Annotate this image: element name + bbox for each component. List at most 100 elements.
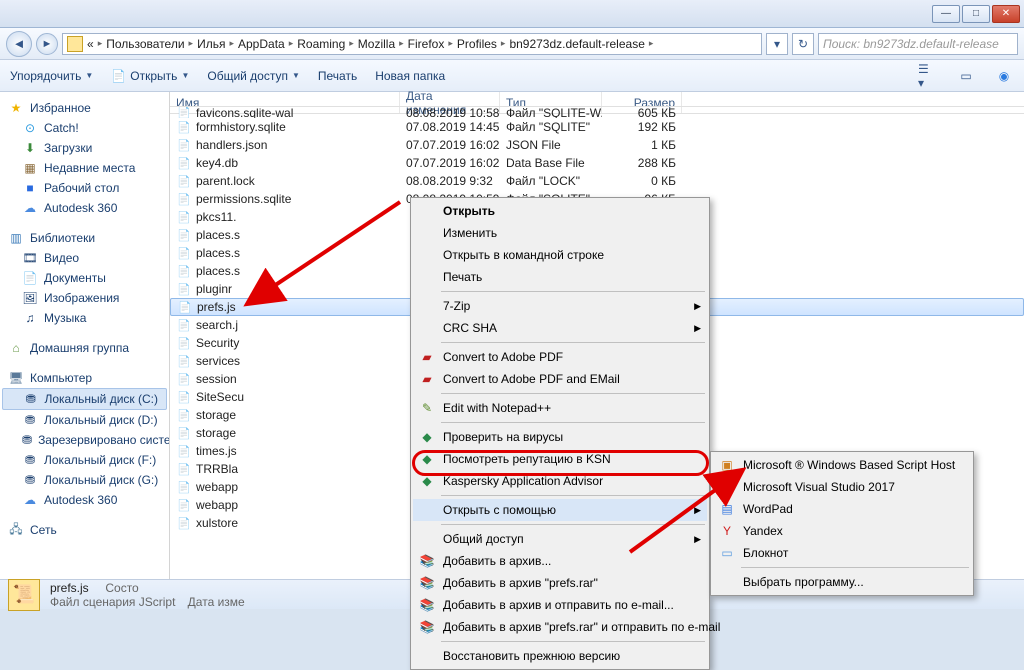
file-icon: 📄 (176, 425, 192, 441)
winrar-icon: 📚 (419, 575, 435, 591)
drive-icon: ⛃ (23, 391, 38, 407)
ctx-rar4[interactable]: 📚Добавить в архив "prefs.rar" и отправит… (413, 616, 707, 638)
drive-icon: ⛃ (22, 452, 38, 468)
sub-yandex[interactable]: YYandex (713, 520, 971, 542)
sidebar-favorites-head[interactable]: ★Избранное (0, 98, 169, 118)
preview-pane-button[interactable]: ▭ (956, 66, 976, 86)
sidebar-network-head[interactable]: 🖧Сеть (0, 520, 169, 540)
sidebar-item-drive-d[interactable]: ⛃Локальный диск (D:) (0, 410, 169, 430)
ctx-prev[interactable]: Восстановить прежнюю версию (413, 645, 707, 667)
sidebar-item-desktop[interactable]: ■Рабочий стол (0, 178, 169, 198)
ctx-kav1[interactable]: ◆Проверить на вирусы (413, 426, 707, 448)
ctx-share[interactable]: Общий доступ▶ (413, 528, 707, 550)
sub-notepad[interactable]: ▭Блокнот (713, 542, 971, 564)
ctx-7zip[interactable]: 7-Zip▶ (413, 295, 707, 317)
ctx-open-with[interactable]: Открыть с помощью▶ (413, 499, 707, 521)
file-name: places.s (196, 264, 240, 278)
sidebar-item-recent[interactable]: ▦Недавние места (0, 158, 169, 178)
sidebar-item-drive-f[interactable]: ⛃Локальный диск (F:) (0, 450, 169, 470)
ctx-rar3[interactable]: 📚Добавить в архив и отправить по e-mail.… (413, 594, 707, 616)
file-row[interactable]: 📄formhistory.sqlite07.08.2019 14:45Файл … (170, 118, 1024, 136)
bc-user[interactable]: Илья (197, 37, 225, 51)
file-name: TRRBla (196, 462, 238, 476)
ctx-rar1[interactable]: 📚Добавить в архив... (413, 550, 707, 572)
maximize-button[interactable]: □ (962, 5, 990, 23)
sub-choose[interactable]: Выбрать программу... (713, 571, 971, 593)
file-name: pluginr (196, 282, 232, 296)
bc-appdata[interactable]: AppData (238, 37, 285, 51)
bc-firefox[interactable]: Firefox (408, 37, 445, 51)
breadcrumb[interactable]: «▸ Пользователи▸ Илья▸ AppData▸ Roaming▸… (62, 33, 762, 55)
sidebar-item-pictures[interactable]: 🖼Изображения (0, 288, 169, 308)
sidebar-libraries-head[interactable]: ▥Библиотеки (0, 228, 169, 248)
sidebar-item-drive-c[interactable]: ⛃Локальный диск (C:) (2, 388, 167, 410)
details-filetype: Файл сценария JScript (50, 595, 175, 609)
bc-profiles[interactable]: Profiles (457, 37, 497, 51)
view-options-button[interactable]: ☰ ▾ (918, 66, 938, 86)
file-row[interactable]: 📄favicons.sqlite-wal08.08.2019 10:58Файл… (170, 106, 1024, 118)
sub-wordpad[interactable]: ▤WordPad (713, 498, 971, 520)
ctx-edit[interactable]: Изменить (413, 222, 707, 244)
sidebar-item-reserved[interactable]: ⛃Зарезервировано системой (0, 430, 169, 450)
refresh-button[interactable]: ↻ (792, 33, 814, 55)
file-size: 0 КБ (602, 174, 682, 188)
drive-icon: ⛃ (22, 432, 32, 448)
minimize-button[interactable]: — (932, 5, 960, 23)
sidebar-item-videos[interactable]: 🎞Видео (0, 248, 169, 268)
file-icon: 📄 (176, 389, 192, 405)
kaspersky-icon: ◆ (419, 429, 435, 445)
libraries-icon: ▥ (8, 230, 24, 246)
main-area: ★Избранное ⊙Catch! ⬇Загрузки ▦Недавние м… (0, 92, 1024, 579)
ctx-kav3[interactable]: ◆Kaspersky Application Advisor (413, 470, 707, 492)
ctx-adobe1[interactable]: ▰Convert to Adobe PDF (413, 346, 707, 368)
open-button[interactable]: 📄Открыть▼ (111, 69, 189, 83)
back-button[interactable]: ◄ (6, 31, 32, 57)
file-row[interactable]: 📄key4.db07.07.2019 16:02Data Base File28… (170, 154, 1024, 172)
desktop-icon: ■ (22, 180, 38, 196)
sidebar-computer-head[interactable]: 🖥Компьютер (0, 368, 169, 388)
ctx-open[interactable]: Открыть (413, 200, 707, 222)
ctx-adobe2[interactable]: ▰Convert to Adobe PDF and EMail (413, 368, 707, 390)
file-name: key4.db (196, 156, 238, 170)
bc-mozilla[interactable]: Mozilla (358, 37, 395, 51)
ctx-crc[interactable]: CRC SHA▶ (413, 317, 707, 339)
details-date-label: Дата изме (188, 595, 245, 609)
file-type: Файл "SQLITE-W... (500, 106, 602, 118)
sidebar-item-autodesk[interactable]: ☁Autodesk 360 (0, 198, 169, 218)
sidebar-item-drive-g[interactable]: ⛃Локальный диск (G:) (0, 470, 169, 490)
share-button[interactable]: Общий доступ▼ (207, 69, 300, 83)
sidebar-item-music[interactable]: ♫Музыка (0, 308, 169, 328)
pictures-icon: 🖼 (22, 290, 38, 306)
forward-button[interactable]: ► (36, 33, 58, 55)
file-icon: 📄 (176, 461, 192, 477)
sidebar-item-documents[interactable]: 📄Документы (0, 268, 169, 288)
bc-roaming[interactable]: Roaming (297, 37, 345, 51)
file-size: 288 КБ (602, 156, 682, 170)
bc-profile[interactable]: bn9273dz.default-release (509, 37, 644, 51)
sidebar-item-downloads[interactable]: ⬇Загрузки (0, 138, 169, 158)
file-row[interactable]: 📄parent.lock08.08.2019 9:32Файл "LOCK"0 … (170, 172, 1024, 190)
bc-root[interactable]: « (87, 37, 94, 51)
new-folder-button[interactable]: Новая папка (375, 69, 445, 83)
sub-wsh[interactable]: ▣Microsoft ® Windows Based Script Host (713, 454, 971, 476)
ctx-cmd[interactable]: Открыть в командной строке (413, 244, 707, 266)
bc-users[interactable]: Пользователи (106, 37, 184, 51)
file-size: 1 КБ (602, 138, 682, 152)
music-icon: ♫ (22, 310, 38, 326)
search-input[interactable]: Поиск: bn9273dz.default-release (818, 33, 1018, 55)
help-button[interactable]: ◉ (994, 66, 1014, 86)
organize-button[interactable]: Упорядочить▼ (10, 69, 93, 83)
sub-vs[interactable]: ◈Microsoft Visual Studio 2017 (713, 476, 971, 498)
ctx-print[interactable]: Печать (413, 266, 707, 288)
sidebar-item-autodesk2[interactable]: ☁Autodesk 360 (0, 490, 169, 510)
ctx-kav2[interactable]: ◆Посмотреть репутацию в KSN (413, 448, 707, 470)
ctx-npp[interactable]: ✎Edit with Notepad++ (413, 397, 707, 419)
sidebar-item-catch[interactable]: ⊙Catch! (0, 118, 169, 138)
sidebar-homegroup-head[interactable]: ⌂Домашняя группа (0, 338, 169, 358)
print-button[interactable]: Печать (318, 69, 357, 83)
notepad-icon: ▭ (719, 545, 735, 561)
ctx-rar2[interactable]: 📚Добавить в архив "prefs.rar" (413, 572, 707, 594)
close-button[interactable]: ✕ (992, 5, 1020, 23)
breadcrumb-dropdown-button[interactable]: ▾ (766, 33, 788, 55)
file-row[interactable]: 📄handlers.json07.07.2019 16:02JSON File1… (170, 136, 1024, 154)
